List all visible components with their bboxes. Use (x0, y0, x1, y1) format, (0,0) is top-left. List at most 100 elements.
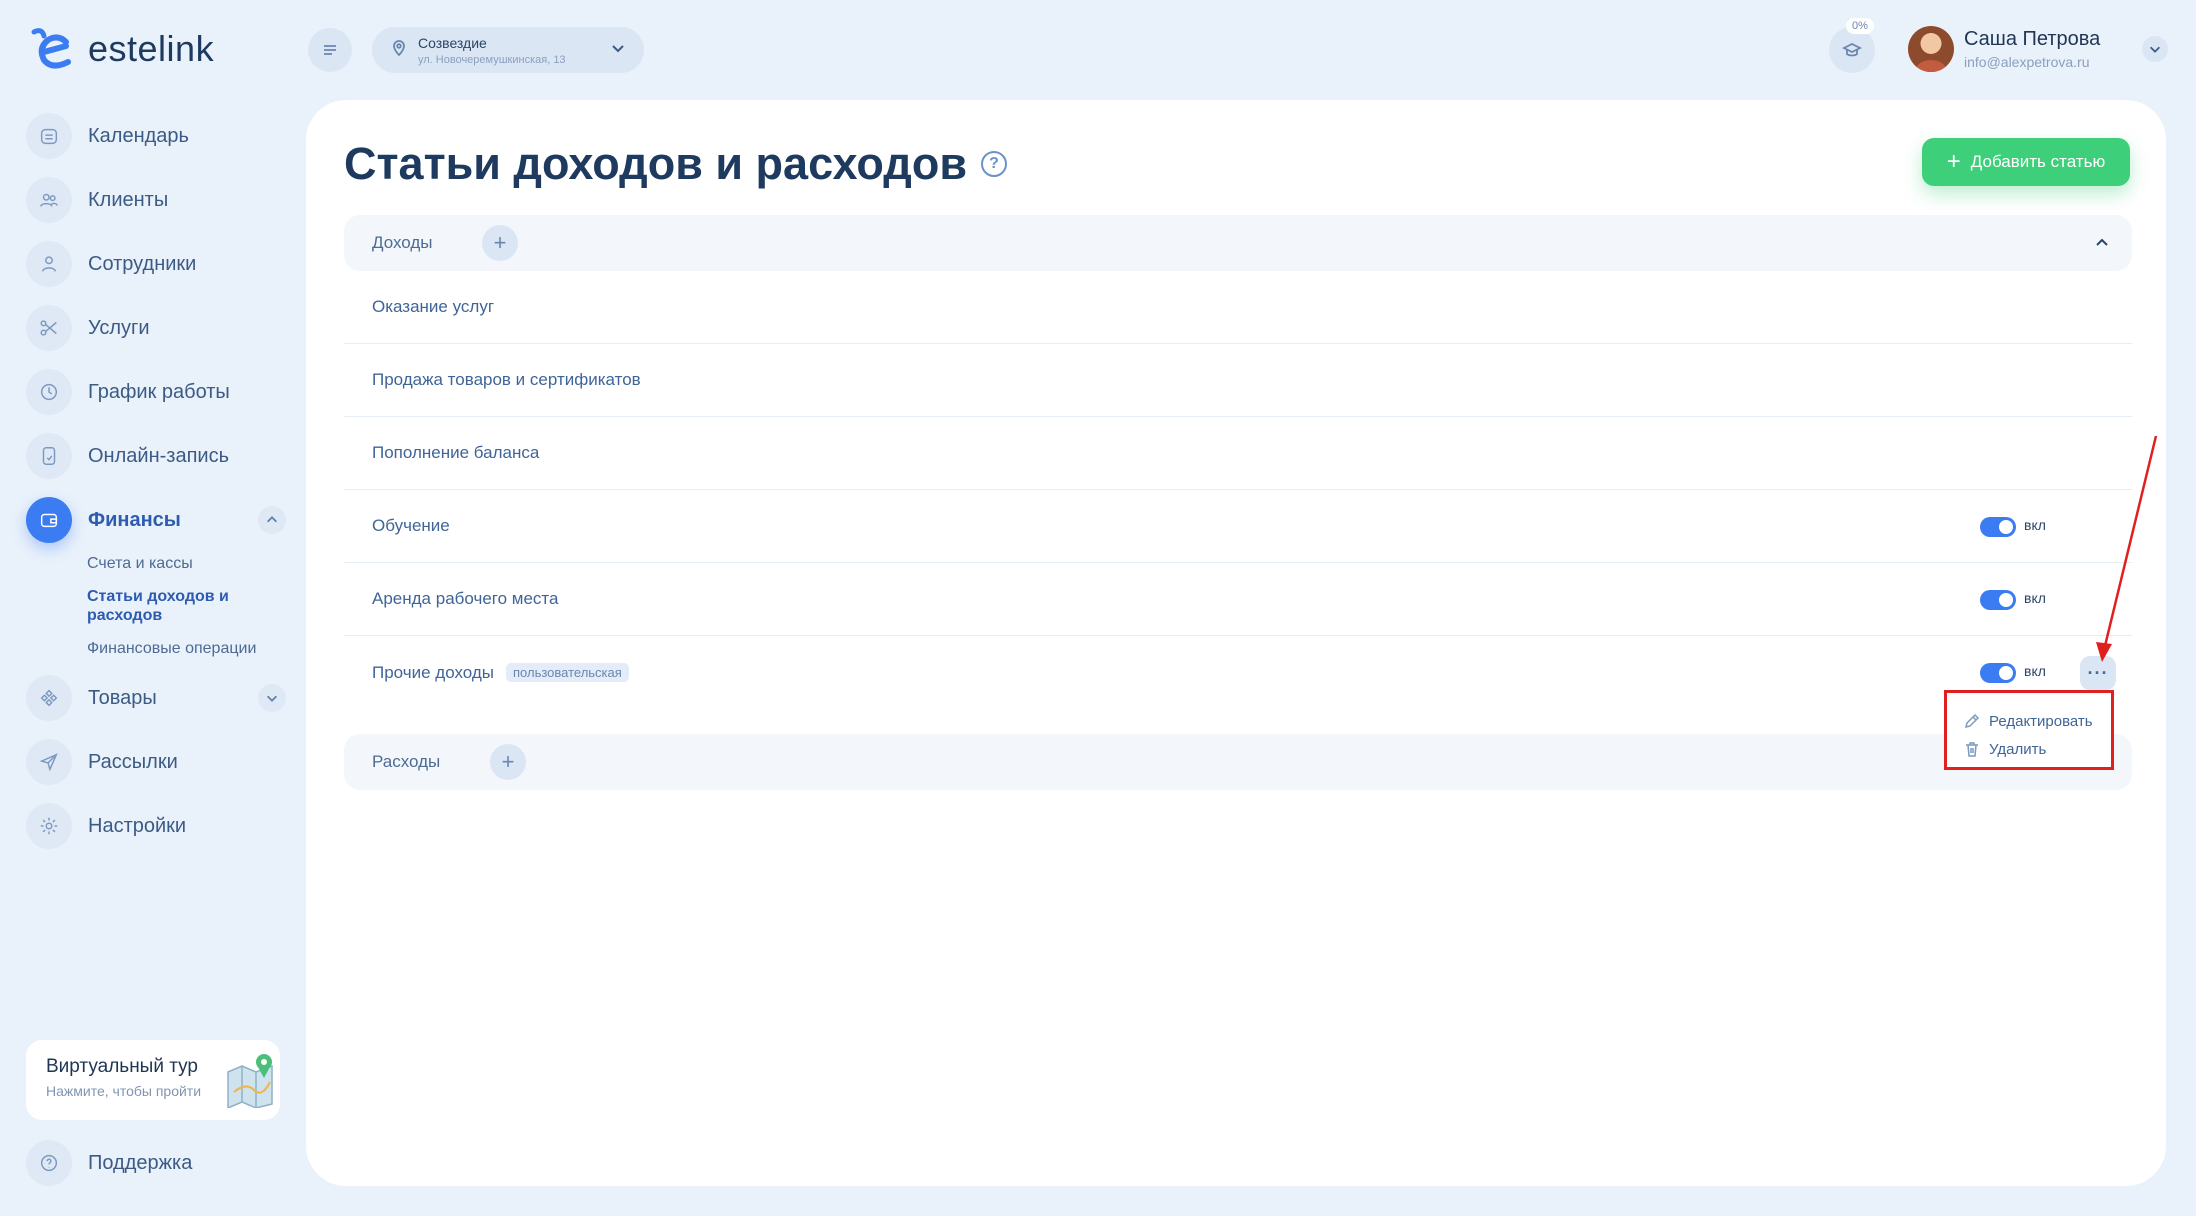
table-row[interactable]: Прочие доходы пользовательская вкл ··· (344, 636, 2132, 709)
toggle-label: вкл (2024, 663, 2046, 679)
location-name: Созвездие (418, 34, 487, 51)
income-section-title: Доходы (372, 233, 433, 252)
trash-icon (1966, 742, 1978, 757)
sidebar-item-label: Рассылки (88, 750, 178, 773)
row-label: Обучение (372, 516, 450, 535)
sidebar-item-online-booking[interactable]: Онлайн-запись (26, 432, 286, 480)
sidebar-item-settings[interactable]: Настройки (26, 802, 286, 850)
sidebar-item-label: Услуги (88, 316, 150, 339)
add-expense-button[interactable]: + (490, 744, 526, 780)
enabled-toggle[interactable] (1980, 590, 2016, 610)
chevron-up-icon[interactable] (2092, 233, 2112, 253)
finance-subnav: Счета и кассы Статьи доходов и расходов … (87, 554, 286, 658)
table-row[interactable]: Аренда рабочего места вкл (344, 563, 2132, 636)
toggle-label: вкл (2024, 517, 2046, 533)
sidebar-item-label: Онлайн-запись (88, 444, 229, 467)
table-row[interactable]: Оказание услуг (344, 271, 2132, 344)
page-title: Статьи доходов и расходов ? (344, 138, 1008, 190)
income-section-header: Доходы + (344, 215, 2132, 271)
menu-item-label: Удалить (1989, 740, 2047, 758)
user-name: Саша Петрова (1964, 28, 2101, 50)
sidebar-item-employees[interactable]: Сотрудники (26, 240, 286, 288)
brand-name: estelink (88, 28, 215, 69)
row-label: Аренда рабочего места (372, 589, 559, 608)
wallet-icon (26, 497, 72, 543)
location-address: ул. Новочеремушкинская, 13 (418, 53, 566, 66)
sidebar-item-label: Товары (88, 686, 157, 709)
table-row[interactable]: Продажа товаров и сертификатов (344, 344, 2132, 417)
menu-item-label: Редактировать (1989, 712, 2093, 730)
sidebar-item-calendar[interactable]: Календарь (26, 112, 286, 160)
row-label: Прочие доходы (372, 662, 494, 682)
phone-icon (26, 433, 72, 479)
clock-icon (26, 369, 72, 415)
sidebar-item-label: Финансы (88, 508, 181, 531)
pencil-icon (1964, 713, 1980, 729)
sidebar-item-schedule[interactable]: График работы (26, 368, 286, 416)
menu-item-edit[interactable]: Редактировать (1963, 707, 2111, 735)
sidebar-item-services[interactable]: Услуги (26, 304, 286, 352)
sidebar-item-label: Сотрудники (88, 252, 197, 275)
clients-icon (26, 177, 72, 223)
sidebar-nav: Календарь Клиенты Сотрудники Услуги Граф… (26, 112, 286, 866)
location-selector[interactable]: Созвездие ул. Новочеремушкинская, 13 (372, 27, 644, 73)
chevron-up-icon[interactable] (258, 506, 286, 534)
row-label: Продажа товаров и сертификатов (372, 370, 641, 389)
logo[interactable]: estelink (28, 26, 214, 72)
subnav-item-financial-operations[interactable]: Финансовые операции (87, 639, 257, 658)
user-email: info@alexpetrova.ru (1964, 54, 2090, 70)
table-row[interactable]: Пополнение баланса (344, 417, 2132, 490)
menu-icon (324, 45, 336, 55)
enabled-toggle[interactable] (1980, 663, 2016, 683)
page-title-text: Статьи доходов и расходов (344, 138, 968, 189)
custom-tag: пользовательская (506, 663, 629, 682)
calendar-icon (26, 113, 72, 159)
help-icon[interactable]: ? (981, 151, 1008, 177)
support-label: Поддержка (88, 1151, 193, 1174)
sidebar-item-label: График работы (88, 380, 230, 403)
chevron-down-icon[interactable] (258, 684, 286, 712)
subnav-item-accounts[interactable]: Счета и кассы (87, 554, 257, 573)
row-actions-menu: Редактировать Удалить (1944, 690, 2114, 770)
enabled-toggle[interactable] (1980, 517, 2016, 537)
gear-icon (26, 803, 72, 849)
scissors-icon (26, 305, 72, 351)
add-item-button[interactable]: + Добавить статью (1922, 138, 2130, 186)
progress-badge: 0% (1846, 18, 1874, 34)
map-icon (227, 1054, 273, 1108)
toggle-label: вкл (2024, 590, 2046, 606)
employee-icon (26, 241, 72, 287)
sidebar-item-finance[interactable]: Финансы (26, 496, 286, 544)
expenses-section-title: Расходы (372, 752, 441, 771)
chevron-down-icon (610, 40, 626, 61)
menu-item-delete[interactable]: Удалить (1963, 735, 2111, 763)
send-icon (26, 739, 72, 785)
products-icon (26, 675, 72, 721)
avatar (1908, 26, 1954, 72)
sidebar-item-products[interactable]: Товары (26, 674, 286, 722)
add-item-label: Добавить статью (1970, 152, 2106, 171)
help-circle-icon (26, 1140, 72, 1186)
annotation-arrow (2096, 436, 2158, 662)
main-content: Статьи доходов и расходов ? + Добавить с… (306, 100, 2166, 1186)
support-link[interactable]: Поддержка (26, 1140, 192, 1186)
sidebar-item-clients[interactable]: Клиенты (26, 176, 286, 224)
row-label: Пополнение баланса (372, 443, 540, 462)
add-income-button[interactable]: + (482, 225, 518, 261)
subnav-item-income-expense-items[interactable]: Статьи доходов и расходов (87, 587, 257, 625)
sidebar-item-label: Настройки (88, 814, 187, 837)
sidebar-item-mailings[interactable]: Рассылки (26, 738, 286, 786)
virtual-tour-card[interactable]: Виртуальный тур Нажмите, чтобы пройти (26, 1040, 280, 1120)
user-menu-chevron-icon[interactable] (2142, 36, 2168, 62)
logo-mark-icon (31, 28, 71, 69)
sidebar-item-label: Клиенты (88, 188, 169, 211)
sidebar-item-label: Календарь (88, 124, 189, 147)
menu-toggle-button[interactable] (308, 28, 352, 72)
table-row[interactable]: Обучение вкл (344, 490, 2132, 563)
plus-icon: + (1946, 148, 1961, 175)
income-rows: Оказание услуг Продажа товаров и сертифи… (344, 271, 2132, 709)
location-pin-icon (390, 39, 408, 62)
expenses-section-header: Расходы + (344, 734, 2132, 790)
row-label: Оказание услуг (372, 297, 495, 316)
user-profile[interactable]: Саша Петрова info@alexpetrova.ru (1908, 26, 2100, 72)
